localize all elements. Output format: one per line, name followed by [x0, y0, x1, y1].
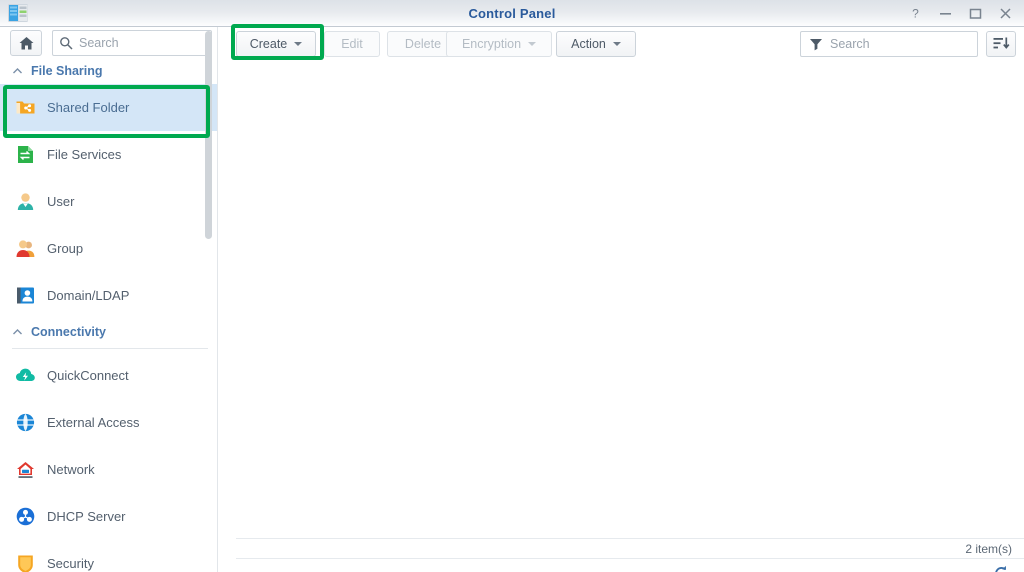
maximize-button[interactable]: [960, 0, 990, 27]
sidebar-item-group[interactable]: Group: [0, 225, 217, 272]
sidebar-group-separator: [12, 348, 208, 349]
svg-text:?: ?: [912, 7, 919, 20]
chevron-down-icon: [294, 42, 303, 46]
sidebar-item-label: File Services: [47, 147, 122, 162]
help-button[interactable]: ?: [900, 0, 930, 27]
sidebar-item-file-services[interactable]: File Services: [0, 131, 217, 178]
sidebar-item-network[interactable]: Network: [0, 446, 217, 493]
create-button[interactable]: Create: [236, 31, 316, 57]
sidebar-item-user[interactable]: User: [0, 178, 217, 225]
filter-icon: [810, 39, 822, 51]
group-icon: [14, 238, 36, 260]
sort-descending-icon: [993, 37, 1009, 49]
chevron-down-icon: [612, 42, 621, 46]
sidebar-item-label: QuickConnect: [47, 368, 129, 383]
shared-folder-list-area: [219, 63, 1024, 536]
security-icon: [14, 553, 36, 572]
chevron-up-icon: [12, 327, 23, 338]
sidebar: Search File Sharing Shared Folder File S…: [0, 27, 218, 572]
sidebar-item-label: User: [47, 194, 75, 209]
search-icon: [60, 37, 73, 50]
user-icon: [14, 191, 36, 213]
sidebar-toolbar: Search: [0, 27, 217, 58]
action-button-label: Action: [571, 37, 606, 51]
home-button[interactable]: [10, 30, 42, 56]
sidebar-search-input[interactable]: Search: [52, 30, 212, 56]
shared-folder-icon: [14, 97, 36, 119]
delete-button-label: Delete: [404, 37, 442, 51]
home-icon: [19, 36, 33, 49]
edit-button-label: Edit: [341, 37, 363, 51]
sidebar-item-label: Domain/LDAP: [47, 288, 130, 303]
sort-button[interactable]: [986, 31, 1016, 57]
chevron-down-icon: [528, 42, 537, 46]
sidebar-group-label: Connectivity: [31, 325, 107, 339]
status-divider-bottom: [236, 558, 1024, 559]
item-count-label: 2 item(s): [965, 542, 1012, 556]
sidebar-scrollbar[interactable]: [205, 31, 212, 239]
control-panel-window: Control Panel ? Search File Sharing Shar…: [0, 0, 1024, 572]
refresh-button[interactable]: [990, 562, 1012, 572]
dhcp-server-icon: [14, 506, 36, 528]
main-search-placeholder: Search: [830, 37, 870, 51]
domain-ldap-icon: [14, 285, 36, 307]
window-title: Control Panel: [468, 6, 556, 21]
sidebar-item-security[interactable]: Security: [0, 540, 217, 572]
chevron-up-icon: [12, 66, 23, 77]
refresh-icon: [994, 565, 1006, 572]
sidebar-search-placeholder: Search: [79, 36, 119, 50]
status-bar: 2 item(s): [219, 539, 1024, 559]
main-panel: Create Edit Delete Encryption Action Sea…: [219, 27, 1024, 572]
sidebar-nav-list[interactable]: File Sharing Shared Folder File Services…: [0, 58, 217, 572]
action-button[interactable]: Action: [556, 31, 636, 57]
encryption-button[interactable]: Encryption: [446, 31, 552, 57]
sidebar-item-external-access[interactable]: External Access: [0, 399, 217, 446]
sidebar-item-label: Security: [47, 556, 94, 571]
network-icon: [14, 459, 36, 481]
external-access-icon: [14, 412, 36, 434]
quickconnect-icon: [14, 365, 36, 387]
main-toolbar: Create Edit Delete Encryption Action Sea…: [219, 27, 1024, 63]
sidebar-item-dhcp-server[interactable]: DHCP Server: [0, 493, 217, 540]
sidebar-item-label: External Access: [47, 415, 140, 430]
edit-button[interactable]: Edit: [324, 31, 380, 57]
sidebar-item-domain-ldap[interactable]: Domain/LDAP: [0, 272, 217, 319]
sidebar-item-label: Network: [47, 462, 95, 477]
sidebar-group-file-sharing[interactable]: File Sharing: [0, 58, 217, 84]
sidebar-item-quickconnect[interactable]: QuickConnect: [0, 352, 217, 399]
create-button-label: Create: [249, 37, 288, 51]
sidebar-item-label: Shared Folder: [47, 100, 130, 115]
encryption-button-label: Encryption: [461, 37, 522, 51]
sidebar-item-label: DHCP Server: [47, 509, 126, 524]
minimize-button[interactable]: [930, 0, 960, 27]
sidebar-item-label: Group: [47, 241, 84, 256]
file-services-icon: [14, 144, 36, 166]
close-button[interactable]: [990, 0, 1020, 27]
main-search-input[interactable]: Search: [800, 31, 978, 57]
window-controls: ?: [900, 0, 1020, 27]
sidebar-item-shared-folder[interactable]: Shared Folder: [0, 84, 217, 131]
title-bar: Control Panel ?: [0, 0, 1024, 27]
sidebar-group-label: File Sharing: [31, 64, 103, 78]
sidebar-group-connectivity[interactable]: Connectivity: [0, 319, 217, 345]
